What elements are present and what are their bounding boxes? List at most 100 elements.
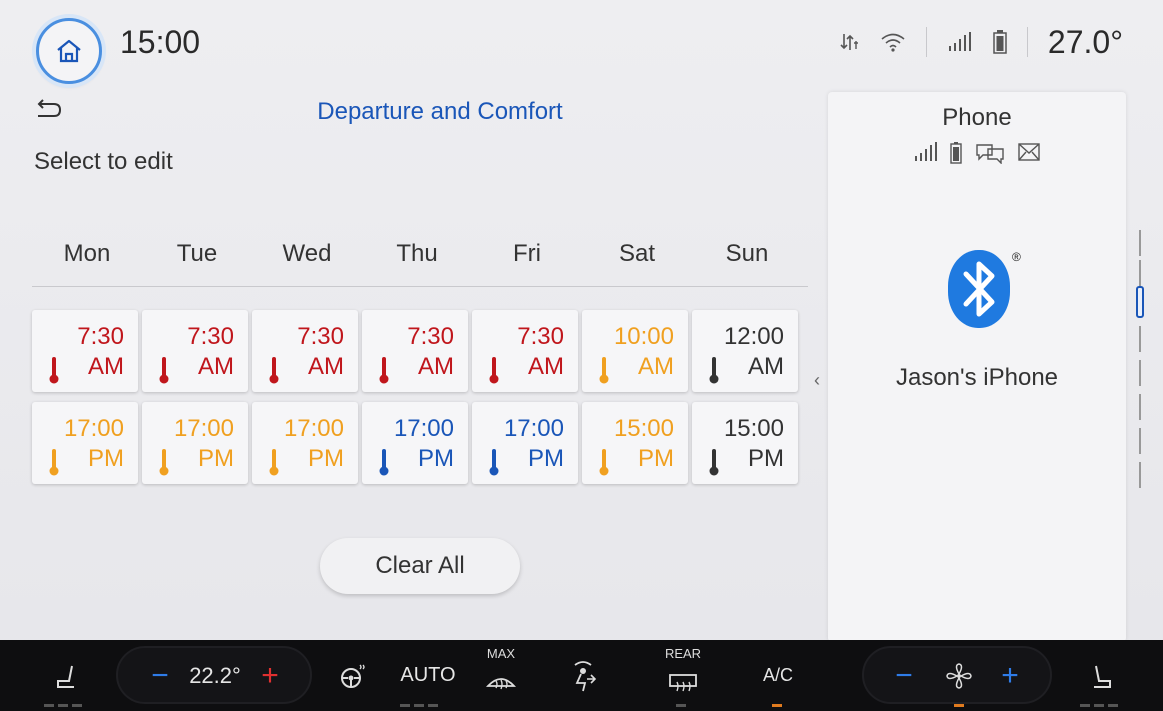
temp-up-button[interactable]: + [250, 640, 290, 711]
airflow-button[interactable] [556, 640, 610, 711]
departure-ampm: PM [528, 445, 564, 472]
departure-time: 7:30 [187, 323, 234, 350]
max-defrost-button[interactable]: MAX [474, 640, 528, 711]
thermometer-icon [599, 449, 609, 476]
schedule-cell[interactable]: 7:30 AM [32, 310, 138, 392]
level-indicator [44, 704, 82, 707]
day-header: Sun [725, 240, 769, 267]
day-header: Wed [282, 240, 332, 267]
status-icons: 27.0° [838, 24, 1123, 60]
scroll-segment [1139, 260, 1141, 286]
mail-icon [1018, 143, 1040, 161]
schedule-row-evening: 17:00 PM 17:00 PM 17:00 PM 17:00 PM 17:00 PM 15:00… [32, 402, 808, 484]
scroll-segment [1139, 462, 1141, 488]
chevron-left-icon[interactable]: ‹ [814, 370, 820, 391]
seat-heat-right-button[interactable] [1078, 640, 1128, 711]
phone-title: Phone [942, 104, 1012, 131]
departure-time: 7:30 [297, 323, 344, 350]
seat-icon [57, 665, 74, 688]
day-headers: Mon Tue Wed Thu Fri Sat Sun [32, 240, 808, 268]
seat-heat-left-button[interactable] [42, 640, 92, 711]
temp-down-button[interactable]: − [140, 640, 180, 711]
scroll-thumb[interactable] [1136, 286, 1144, 318]
battery-icon [993, 30, 1007, 54]
home-button[interactable] [36, 18, 102, 84]
messages-icon [976, 144, 1004, 164]
schedule-cell[interactable]: 15:00 PM [692, 402, 798, 484]
phone-panel[interactable]: Phone ® Jason's iPhone [828, 92, 1126, 642]
schedule-cell[interactable]: 7:30 AM [142, 310, 248, 392]
level-indicator [400, 704, 438, 707]
schedule-cell[interactable]: 15:00 PM [582, 402, 688, 484]
schedule-cell[interactable]: 17:00 PM [142, 402, 248, 484]
scroll-segment [1139, 326, 1141, 352]
clear-all-button[interactable]: Clear All [320, 538, 520, 594]
data-arrows-icon [838, 31, 860, 53]
departure-time: 17:00 [63, 415, 124, 442]
thermometer-icon [269, 449, 279, 476]
driver-temp: 22.2° [189, 662, 241, 688]
rear-defrost-icon [669, 673, 697, 691]
departure-ampm: PM [198, 445, 234, 472]
day-header: Tue [176, 240, 218, 267]
ac-button[interactable]: A/C [748, 640, 808, 711]
departure-ampm: PM [418, 445, 454, 472]
seat-icon [1094, 665, 1111, 688]
thermometer-icon [709, 357, 719, 384]
screen: 15:00 27.0° Departure and Comfort Select… [0, 0, 1163, 711]
fan-down-button[interactable]: − [884, 640, 924, 711]
departure-ampm: AM [748, 353, 784, 380]
climate-bar: − 22.2° + AUTO MAX REAR A/C − + [0, 640, 1163, 711]
outside-temperature: 27.0° [1047, 23, 1123, 60]
departure-time: 15:00 [613, 415, 674, 442]
scroll-segment [1139, 230, 1141, 256]
fan-level-indicator [954, 704, 964, 707]
day-header: Sat [618, 240, 656, 267]
phone-device-name: Jason's iPhone [895, 364, 1059, 391]
schedule-cell[interactable]: 17:00 PM [472, 402, 578, 484]
page-subtitle: Select to edit [34, 148, 173, 175]
departure-time: 17:00 [393, 415, 454, 442]
schedule-cell[interactable]: 10:00 AM [582, 310, 688, 392]
fan-button[interactable] [936, 640, 982, 711]
heated-steering-wheel-icon [341, 664, 365, 688]
rear-defrost-button[interactable]: REAR [656, 640, 710, 711]
schedule-cell[interactable]: 17:00 PM [362, 402, 468, 484]
departure-ampm: AM [198, 353, 234, 380]
thermometer-icon [489, 449, 499, 476]
departure-time: 7:30 [517, 323, 564, 350]
schedule-cell[interactable]: 7:30 AM [472, 310, 578, 392]
rear-label: REAR [664, 646, 702, 661]
auto-button[interactable]: AUTO [392, 640, 464, 711]
steering-heat-button[interactable] [328, 640, 378, 711]
departure-ampm: AM [638, 353, 674, 380]
departure-ampm: PM [638, 445, 674, 472]
departure-ampm: AM [528, 353, 564, 380]
departure-ampm: AM [418, 353, 454, 380]
schedule-cell[interactable]: 7:30 AM [362, 310, 468, 392]
departure-panel: Departure and Comfort Select to edit Mon… [20, 90, 820, 640]
schedule-cell[interactable]: 7:30 AM [252, 310, 358, 392]
schedule-cell[interactable]: 17:00 PM [252, 402, 358, 484]
departure-time: 17:00 [283, 415, 344, 442]
schedule-grid: 7:30 AM 7:30 AM 7:30 AM 7:30 AM 7:30 AM 10:00 AM 12:… [32, 310, 808, 494]
battery-icon [950, 142, 962, 164]
bluetooth-icon [948, 250, 1010, 328]
thermometer-icon [599, 357, 609, 384]
status-divider [925, 27, 927, 57]
ac-indicator [772, 704, 782, 707]
thermometer-icon [489, 357, 499, 384]
fan-up-button[interactable]: + [990, 640, 1030, 711]
level-indicator [676, 704, 686, 707]
schedule-cell[interactable]: 17:00 PM [32, 402, 138, 484]
departure-ampm: PM [308, 445, 344, 472]
divider [32, 286, 808, 287]
day-header: Thu [396, 240, 438, 267]
departure-time: 12:00 [723, 323, 784, 350]
scrollbar[interactable] [1136, 230, 1144, 498]
day-header: Fri [513, 240, 541, 267]
airflow-icon [574, 660, 597, 691]
scroll-segment [1139, 394, 1141, 420]
front-defrost-icon [486, 677, 516, 689]
schedule-cell[interactable]: 12:00 AM [692, 310, 798, 392]
